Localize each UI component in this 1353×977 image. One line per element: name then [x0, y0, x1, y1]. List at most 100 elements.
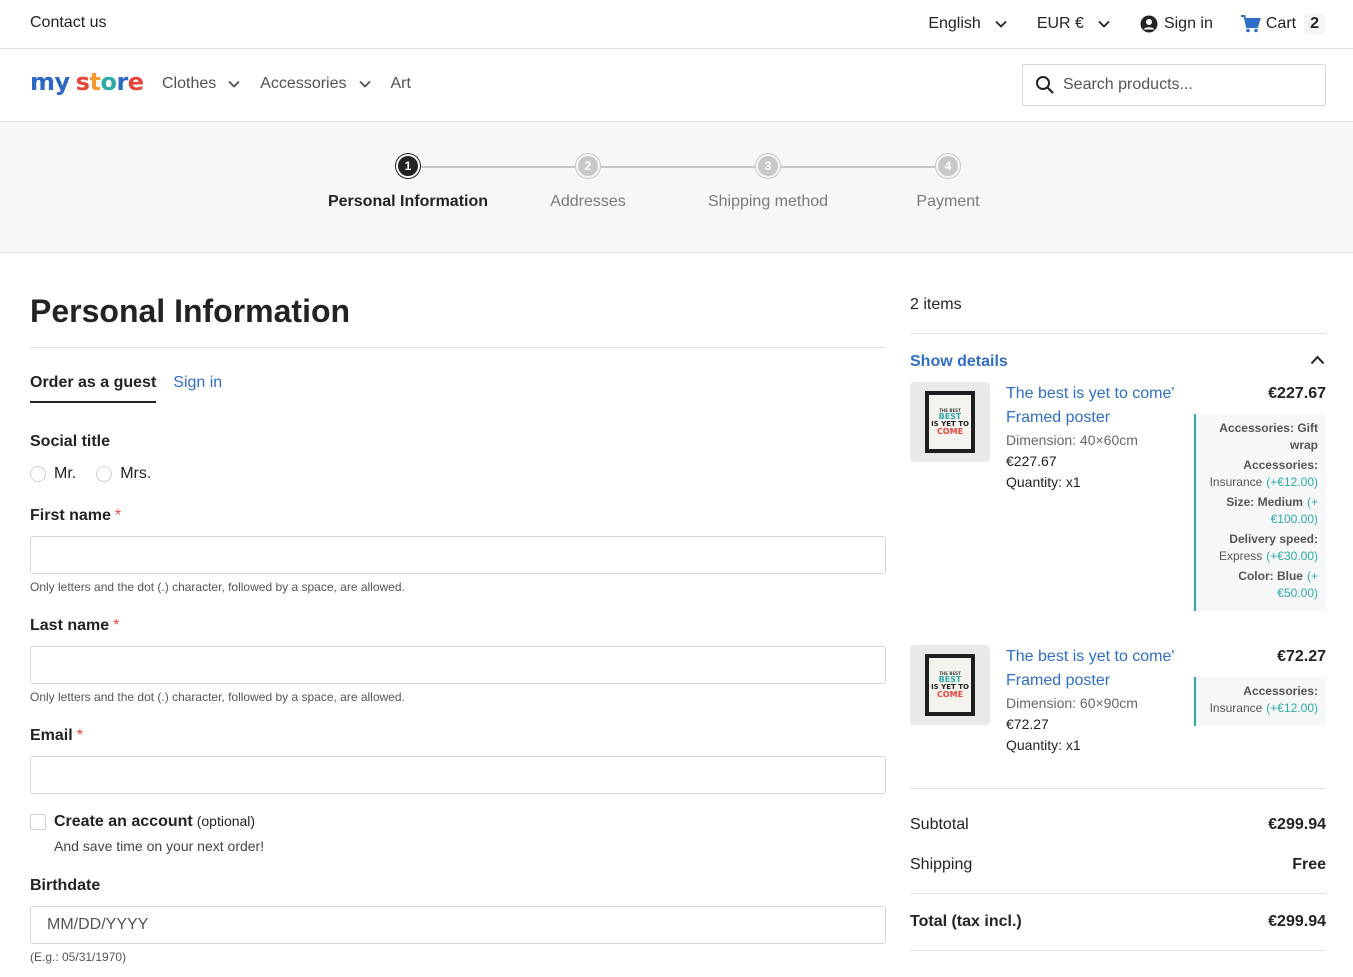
- step-personal-information[interactable]: 1 Personal Information: [318, 154, 498, 211]
- social-title-options: Mr. Mrs.: [30, 465, 171, 483]
- store-logo[interactable]: my store: [30, 68, 144, 96]
- currency-label: EUR €: [1036, 15, 1084, 32]
- language-label: English: [928, 15, 981, 32]
- search-box[interactable]: [1022, 64, 1326, 106]
- title-divider: [30, 347, 886, 348]
- search-icon: [1036, 76, 1054, 94]
- product-name-link[interactable]: The best is yet to come' Framed poster: [1006, 645, 1176, 693]
- customization-price: (+€12.00): [1266, 474, 1318, 489]
- last-name-label: Last name *: [30, 617, 119, 635]
- birthdate-label: Birthdate: [30, 877, 101, 894]
- create-account-label[interactable]: Create an account (optional): [54, 813, 255, 831]
- email-label: Email *: [30, 727, 83, 745]
- product-unit-price: €72.27: [1006, 716, 1049, 732]
- required-mark: *: [114, 507, 122, 524]
- step-shipping-method: 3 Shipping method: [678, 154, 858, 211]
- customization-row: Accessories: Insurance (+€12.00): [1204, 683, 1318, 716]
- cart-items-count: 2 items: [910, 296, 962, 313]
- create-account-checkbox[interactable]: [30, 814, 46, 830]
- product-quantity: Quantity: x1: [1006, 474, 1081, 490]
- chevron-up-icon[interactable]: [1310, 355, 1325, 365]
- summary-divider: [910, 950, 1326, 951]
- step-payment: 4 Payment: [858, 154, 1038, 211]
- logo-text-store: store: [75, 68, 144, 96]
- cart-icon: [1240, 15, 1261, 33]
- step-number: 4: [936, 154, 960, 178]
- logo-text-my: my: [30, 68, 70, 96]
- social-title-label: Social title: [30, 433, 111, 450]
- top-bar-actions: English EUR € Sign in Cart 2: [898, 12, 1325, 36]
- customization-key: Accessories:: [1219, 421, 1294, 435]
- search-input[interactable]: [1063, 76, 1303, 94]
- step-label: Addresses: [550, 193, 626, 210]
- product-image[interactable]: THE BEST BEST IS YET TO COME: [910, 382, 990, 462]
- last-name-hint: Only letters and the dot (.) character, …: [30, 690, 405, 704]
- cart-label: Cart: [1265, 15, 1297, 32]
- birthdate-field[interactable]: [30, 906, 886, 944]
- checkout-stepper: 1 Personal Information 2 Addresses 3 Shi…: [0, 122, 1353, 253]
- contact-us-link[interactable]: Contact us: [30, 14, 106, 32]
- first-name-field[interactable]: [30, 536, 886, 574]
- shipping-label: Shipping: [910, 856, 973, 873]
- customization-price: (+€30.00): [1266, 548, 1318, 563]
- product-image[interactable]: THE BEST BEST IS YET TO COME: [910, 645, 990, 725]
- customization-row: Accessories: Insurance (+€12.00): [1204, 457, 1318, 490]
- product-name-link[interactable]: The best is yet to come' Framed poster: [1006, 382, 1176, 430]
- radio-mrs[interactable]: [96, 466, 113, 482]
- product-total-price: €72.27: [1277, 648, 1326, 665]
- product-total-price: €227.67: [1268, 385, 1326, 402]
- step-number: 3: [756, 154, 780, 178]
- first-name-label-text: First name: [30, 507, 111, 524]
- required-mark: *: [113, 617, 120, 634]
- show-details-toggle[interactable]: Show details: [910, 353, 1008, 371]
- step-label: Personal Information: [327, 193, 489, 210]
- email-label-text: Email: [30, 727, 73, 744]
- customization-key: Delivery speed:: [1229, 532, 1318, 546]
- customization-row: Color: Blue (+€50.00): [1204, 568, 1318, 601]
- radio-mr-label[interactable]: Mr.: [54, 465, 76, 483]
- poster-art: THE BEST BEST IS YET TO COME: [929, 658, 971, 712]
- product-dimension: Dimension: 60×90cm: [1006, 695, 1138, 711]
- currency-dropdown[interactable]: EUR €: [1037, 15, 1110, 33]
- total-label: Total (tax incl.): [910, 913, 1022, 930]
- radio-mr[interactable]: [30, 466, 46, 482]
- step-number: 2: [576, 154, 600, 178]
- subtotal-label: Subtotal: [910, 816, 969, 833]
- product-customizations: Accessories: Gift wrap Accessories: Insu…: [1194, 414, 1326, 611]
- customization-value: Insurance: [1209, 474, 1263, 489]
- customization-row: Accessories: Gift wrap: [1204, 420, 1318, 453]
- tab-sign-in[interactable]: Sign in: [173, 374, 222, 403]
- main-nav: Clothes Accessories Art: [162, 75, 431, 93]
- first-name-hint: Only letters and the dot (.) character, …: [30, 580, 405, 594]
- optional-text: (optional): [196, 813, 256, 829]
- customization-row: Delivery speed: Express (+€30.00): [1204, 531, 1318, 564]
- sign-in-label: Sign in: [1163, 15, 1213, 32]
- sign-in-link[interactable]: Sign in: [1140, 15, 1213, 33]
- shipping-value: Free: [1292, 856, 1326, 873]
- radio-mrs-label[interactable]: Mrs.: [120, 465, 151, 483]
- chevron-down-icon: [1098, 20, 1110, 28]
- last-name-field[interactable]: [30, 646, 886, 684]
- nav-item-accessories[interactable]: Accessories: [260, 75, 371, 93]
- language-dropdown[interactable]: English: [928, 15, 1007, 33]
- customization-value: Insurance: [1209, 700, 1263, 715]
- step-addresses: 2 Addresses: [498, 154, 678, 211]
- page-title: Personal Information: [30, 293, 351, 329]
- create-account-subtext: And save time on your next order!: [54, 838, 265, 854]
- main-header: my store Clothes Accessories Art: [0, 49, 1353, 122]
- create-account-text: Create an account: [54, 813, 193, 830]
- nav-item-art[interactable]: Art: [391, 75, 411, 93]
- customization-row: Size: Medium (+€100.00): [1204, 494, 1318, 527]
- email-field[interactable]: [30, 756, 886, 794]
- summary-divider: [910, 788, 1326, 789]
- cart-link[interactable]: Cart 2: [1240, 14, 1325, 34]
- chevron-down-icon: [358, 80, 371, 88]
- poster-art: THE BEST BEST IS YET TO COME: [929, 395, 971, 449]
- customization-value: Gift wrap: [1289, 421, 1318, 452]
- chevron-down-icon: [228, 80, 240, 88]
- customization-price: (+€12.00): [1266, 700, 1318, 715]
- poster-thumbnail: THE BEST BEST IS YET TO COME: [925, 654, 975, 716]
- nav-item-clothes[interactable]: Clothes: [162, 75, 240, 93]
- last-name-label-text: Last name: [30, 617, 110, 634]
- tab-order-as-guest[interactable]: Order as a guest: [30, 374, 157, 403]
